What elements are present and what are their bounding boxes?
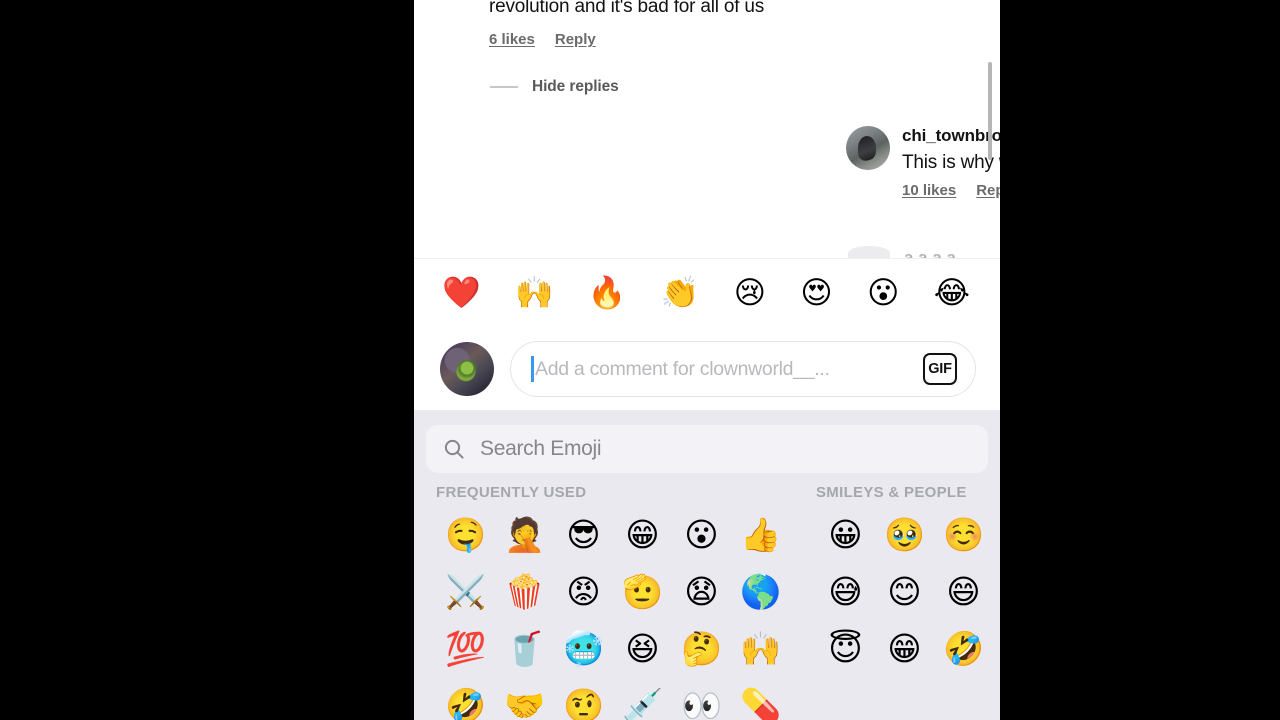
hide-replies-dash-icon <box>490 86 518 88</box>
emoji-grinning-face[interactable]: 😀 <box>816 518 875 551</box>
comment-input[interactable]: Add a comment for clownworld__... GIF <box>510 341 976 397</box>
next-comment-avatar-partial <box>848 246 890 258</box>
emoji-globe-americas[interactable]: 🌎 <box>731 575 790 608</box>
emoji-search-field[interactable]: Search Emoji <box>426 425 988 473</box>
comment-clipped-likes[interactable]: 6 likes <box>489 31 535 48</box>
emoji-slightly-smiling-face[interactable]: 🙂 <box>993 632 1000 665</box>
emoji-keyboard: Search Emoji FREQUENTLY USED 🤤 🤦 😎 😁 😮 👍 ⚔️ 🍿 😡 🫡… <box>414 410 1000 720</box>
text-caret <box>531 356 534 382</box>
emoji-grid-smileys-people: 😀🥹☺️😃 😅😊😄😂 😇😁🤣🙂 <box>816 506 1000 677</box>
emoji-pill[interactable]: 💊 <box>731 689 790 720</box>
comment-meta: 10 likes Reply <box>902 182 1000 199</box>
emoji-eyes[interactable]: 👀 <box>672 689 731 720</box>
comment-clipped: revolution and it's bad for all of us 6 … <box>489 0 959 48</box>
emoji-cold-face[interactable]: 🥶 <box>554 632 613 665</box>
comment-likes[interactable]: 10 likes <box>902 182 956 199</box>
comment-username[interactable]: chi_townbrownie <box>902 126 1000 145</box>
reaction-raising-hands[interactable]: 🙌 <box>515 278 554 309</box>
emoji-saluting-face[interactable]: 🫡 <box>613 575 672 608</box>
emoji-pouting-face[interactable]: 😡 <box>554 575 613 608</box>
comment-clipped-text: revolution and it's bad for all of us <box>489 0 765 17</box>
emoji-section-title: SMILEYS & PEOPLE <box>816 484 967 501</box>
reaction-heart-eyes[interactable]: 😍 <box>800 278 832 309</box>
emoji-search-placeholder: Search Emoji <box>480 437 602 460</box>
quick-reaction-bar: ❤️ 🙌 🔥 👏 😢 😍 😮 😂 <box>414 258 1000 328</box>
emoji-person-facepalming[interactable]: 🤦 <box>495 518 554 551</box>
emoji-anguished-face[interactable]: 😧 <box>672 575 731 608</box>
comment-clipped-reply[interactable]: Reply <box>555 31 596 48</box>
gif-button[interactable]: GIF <box>923 353 957 385</box>
emoji-hundred-points[interactable]: 💯 <box>436 632 495 665</box>
emoji-smiling-face[interactable]: ☺️ <box>934 518 993 551</box>
emoji-syringe[interactable]: 💉 <box>613 689 672 720</box>
emoji-face-open-mouth[interactable]: 😮 <box>672 518 731 551</box>
reaction-fire[interactable]: 🔥 <box>588 278 627 309</box>
emoji-grid-frequently-used: 🤤 🤦 😎 😁 😮 👍 ⚔️ 🍿 😡 🫡 😧 🌎 💯 🥤 🥶 😆 🤔 🙌 🤣 🤝 🤨 💉 👀 💊 <box>436 506 808 720</box>
comment-header: chi_townbrownie7m <box>902 126 1000 146</box>
emoji-section-title: FREQUENTLY USED <box>436 484 587 501</box>
phone-viewport: revolution and it's bad for all of us 6 … <box>414 0 1000 720</box>
emoji-rolling-on-floor-laughing[interactable]: 🤣 <box>934 632 993 665</box>
thread-scrollbar-thumb[interactable] <box>988 62 992 160</box>
composer-user-avatar[interactable] <box>440 342 494 396</box>
emoji-grinning-sweat[interactable]: 😅 <box>816 575 875 608</box>
emoji-grinning-smiling-eyes[interactable]: 😄 <box>934 575 993 608</box>
comment-text: This is why we don't trust the elections <box>902 152 1000 173</box>
emoji-handshake[interactable]: 🤝 <box>495 689 554 720</box>
search-icon <box>444 439 464 459</box>
reaction-red-heart[interactable]: ❤️ <box>442 278 481 309</box>
reaction-open-mouth[interactable]: 😮 <box>867 278 899 309</box>
reaction-crying-face[interactable]: 😢 <box>734 278 766 309</box>
emoji-thumbs-up[interactable]: 👍 <box>731 518 790 551</box>
emoji-drooling-face[interactable]: 🤤 <box>436 518 495 551</box>
comment-reply: chi_townbrownie7m This is why we don't t… <box>902 126 1000 199</box>
emoji-holding-back-tears[interactable]: 🥹 <box>875 518 934 551</box>
comment-composer: Add a comment for clownworld__... GIF <box>414 328 1000 410</box>
emoji-halo-face[interactable]: 😇 <box>816 632 875 665</box>
emoji-beaming-face[interactable]: 😁 <box>613 518 672 551</box>
emoji-crossed-swords[interactable]: ⚔️ <box>436 575 495 608</box>
emoji-tears-of-joy[interactable]: 😂 <box>993 575 1000 608</box>
emoji-smiling-smiling-eyes[interactable]: 😊 <box>875 575 934 608</box>
emoji-raising-hands[interactable]: 🙌 <box>731 632 790 665</box>
emoji-cup-with-straw[interactable]: 🥤 <box>495 632 554 665</box>
hide-replies-toggle[interactable]: Hide replies <box>490 78 619 96</box>
emoji-squinting-face[interactable]: 😆 <box>613 632 672 665</box>
emoji-raised-eyebrow-face[interactable]: 🤨 <box>554 689 613 720</box>
emoji-grinning-big-eyes[interactable]: 😃 <box>993 518 1000 551</box>
reaction-clapping-hands[interactable]: 👏 <box>661 278 700 309</box>
comment-clipped-meta: 6 likes Reply <box>489 31 959 48</box>
reaction-tears-of-joy[interactable]: 😂 <box>934 278 970 309</box>
emoji-section-frequently-used: FREQUENTLY USED 🤤 🤦 😎 😁 😮 👍 ⚔️ 🍿 😡 🫡 😧 🌎 💯 🥤 🥶 😆 🤔 🙌 🤣 🤝 🤨 💉 👀… <box>436 484 808 720</box>
hide-replies-label: Hide replies <box>532 78 619 95</box>
next-comment-text-partial: a a a a <box>904 248 956 258</box>
comment-input-placeholder: Add a comment for clownworld__... <box>535 357 830 380</box>
emoji-section-smileys-people: SMILEYS & PEOPLE 😀🥹☺️😃 😅😊😄😂 😇😁🤣🙂 <box>816 484 1000 677</box>
emoji-thinking-face[interactable]: 🤔 <box>672 632 731 665</box>
emoji-sunglasses-face[interactable]: 😎 <box>554 518 613 551</box>
emoji-rolling-on-floor-laughing[interactable]: 🤣 <box>436 689 495 720</box>
comment-avatar[interactable] <box>846 126 890 170</box>
comments-thread[interactable]: revolution and it's bad for all of us 6 … <box>414 0 1000 258</box>
emoji-popcorn[interactable]: 🍿 <box>495 575 554 608</box>
emoji-beaming-face[interactable]: 😁 <box>875 632 934 665</box>
screen-root: revolution and it's bad for all of us 6 … <box>0 0 1280 720</box>
